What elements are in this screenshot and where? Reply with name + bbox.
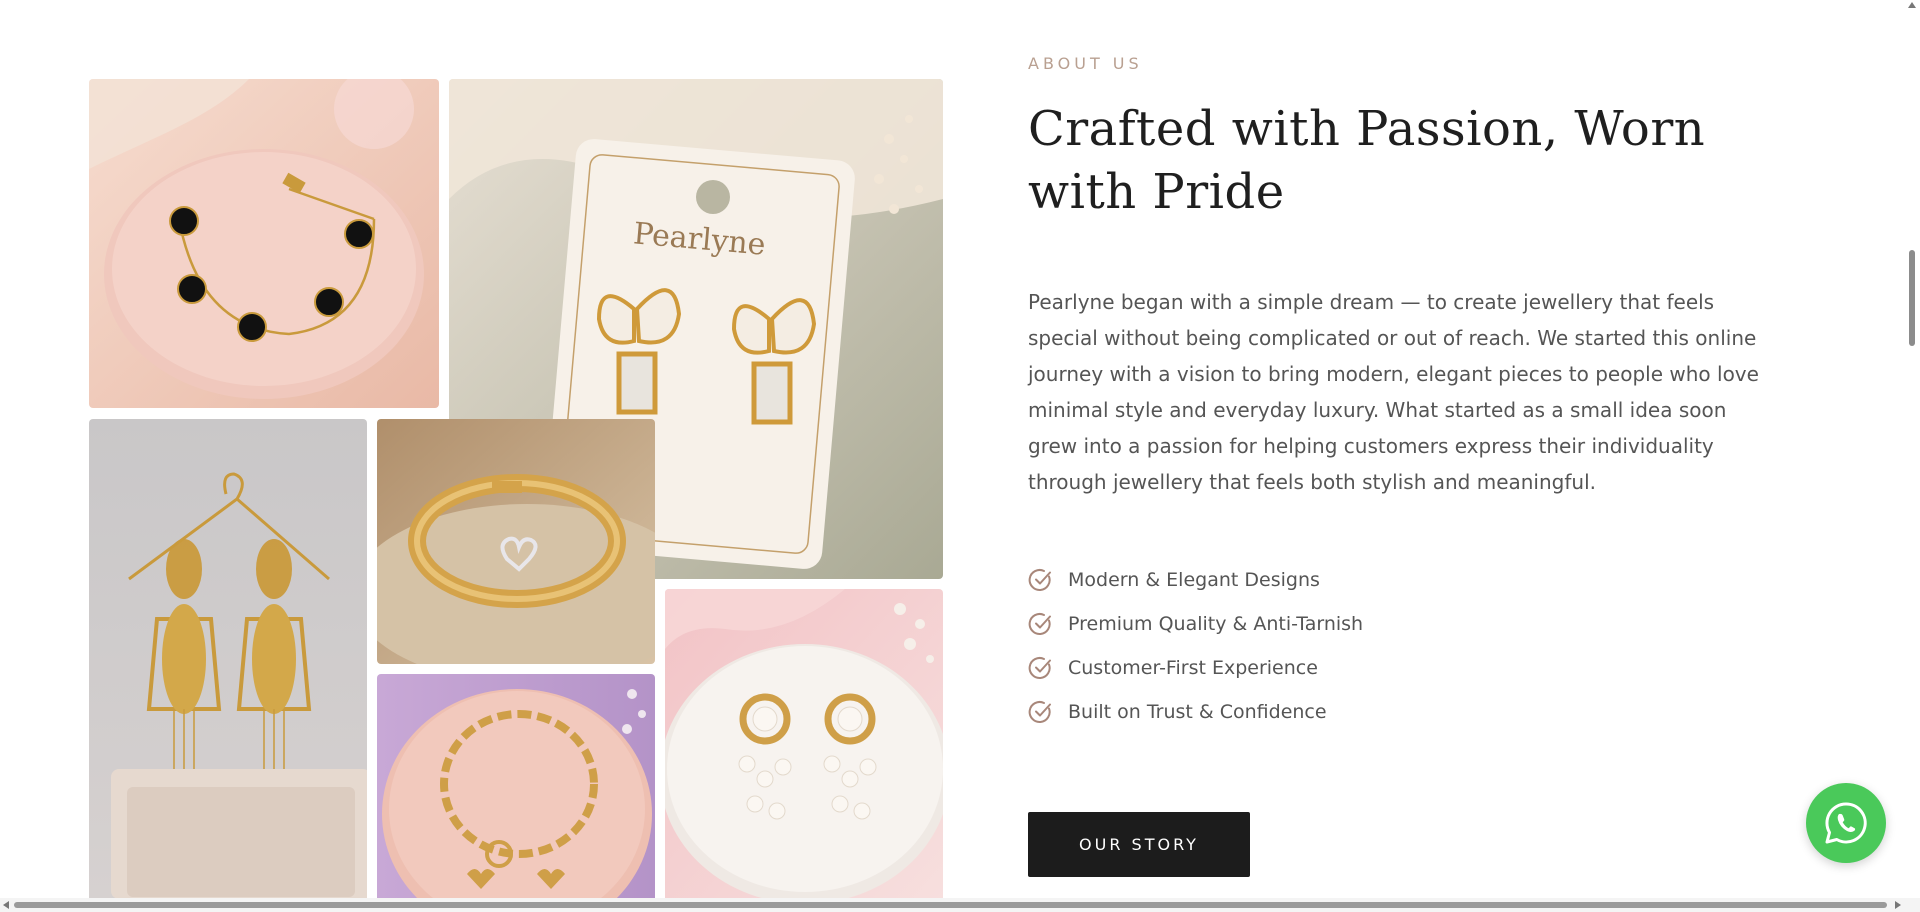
section-heading: Crafted with Passion, Worn with Pride <box>1028 101 1706 220</box>
section-eyebrow: ABOUT US <box>1028 54 1143 73</box>
whatsapp-icon <box>1825 802 1867 844</box>
about-paragraph: Pearlyne began with a simple dream — to … <box>1028 290 1759 494</box>
black-clover-bracelet-image <box>89 79 439 408</box>
scroll-right-arrow-icon[interactable] <box>1895 901 1901 909</box>
vertical-scrollbar[interactable] <box>1904 0 1920 898</box>
leaf-drop-earrings-image <box>89 419 367 899</box>
pearl-cluster-earrings-image <box>665 589 943 899</box>
feature-label: Premium Quality & Anti-Tarnish <box>1068 613 1364 635</box>
feature-item: Customer-First Experience <box>1028 646 1363 690</box>
chain-link-bracelet-image <box>377 674 655 899</box>
whatsapp-chat-button[interactable] <box>1806 783 1886 863</box>
check-circle-icon <box>1028 701 1051 723</box>
feature-item: Modern & Elegant Designs <box>1028 558 1363 602</box>
feature-label: Built on Trust & Confidence <box>1068 701 1327 723</box>
check-circle-icon <box>1028 569 1051 591</box>
feature-label: Customer-First Experience <box>1068 657 1318 679</box>
scroll-left-arrow-icon[interactable] <box>3 901 9 909</box>
feature-label: Modern & Elegant Designs <box>1068 569 1320 591</box>
scroll-up-arrow-icon[interactable] <box>1908 2 1916 8</box>
our-story-button[interactable]: OUR STORY <box>1028 812 1250 877</box>
feature-item: Premium Quality & Anti-Tarnish <box>1028 602 1363 646</box>
horizontal-scrollbar[interactable] <box>0 898 1920 912</box>
check-circle-icon <box>1028 657 1051 679</box>
feature-list: Modern & Elegant Designs Premium Quality… <box>1028 558 1363 734</box>
check-circle-icon <box>1028 613 1051 635</box>
feature-item: Built on Trust & Confidence <box>1028 690 1363 734</box>
heart-bangle-image <box>377 419 655 664</box>
horizontal-scroll-thumb[interactable] <box>14 902 1887 908</box>
vertical-scroll-thumb[interactable] <box>1909 250 1915 346</box>
